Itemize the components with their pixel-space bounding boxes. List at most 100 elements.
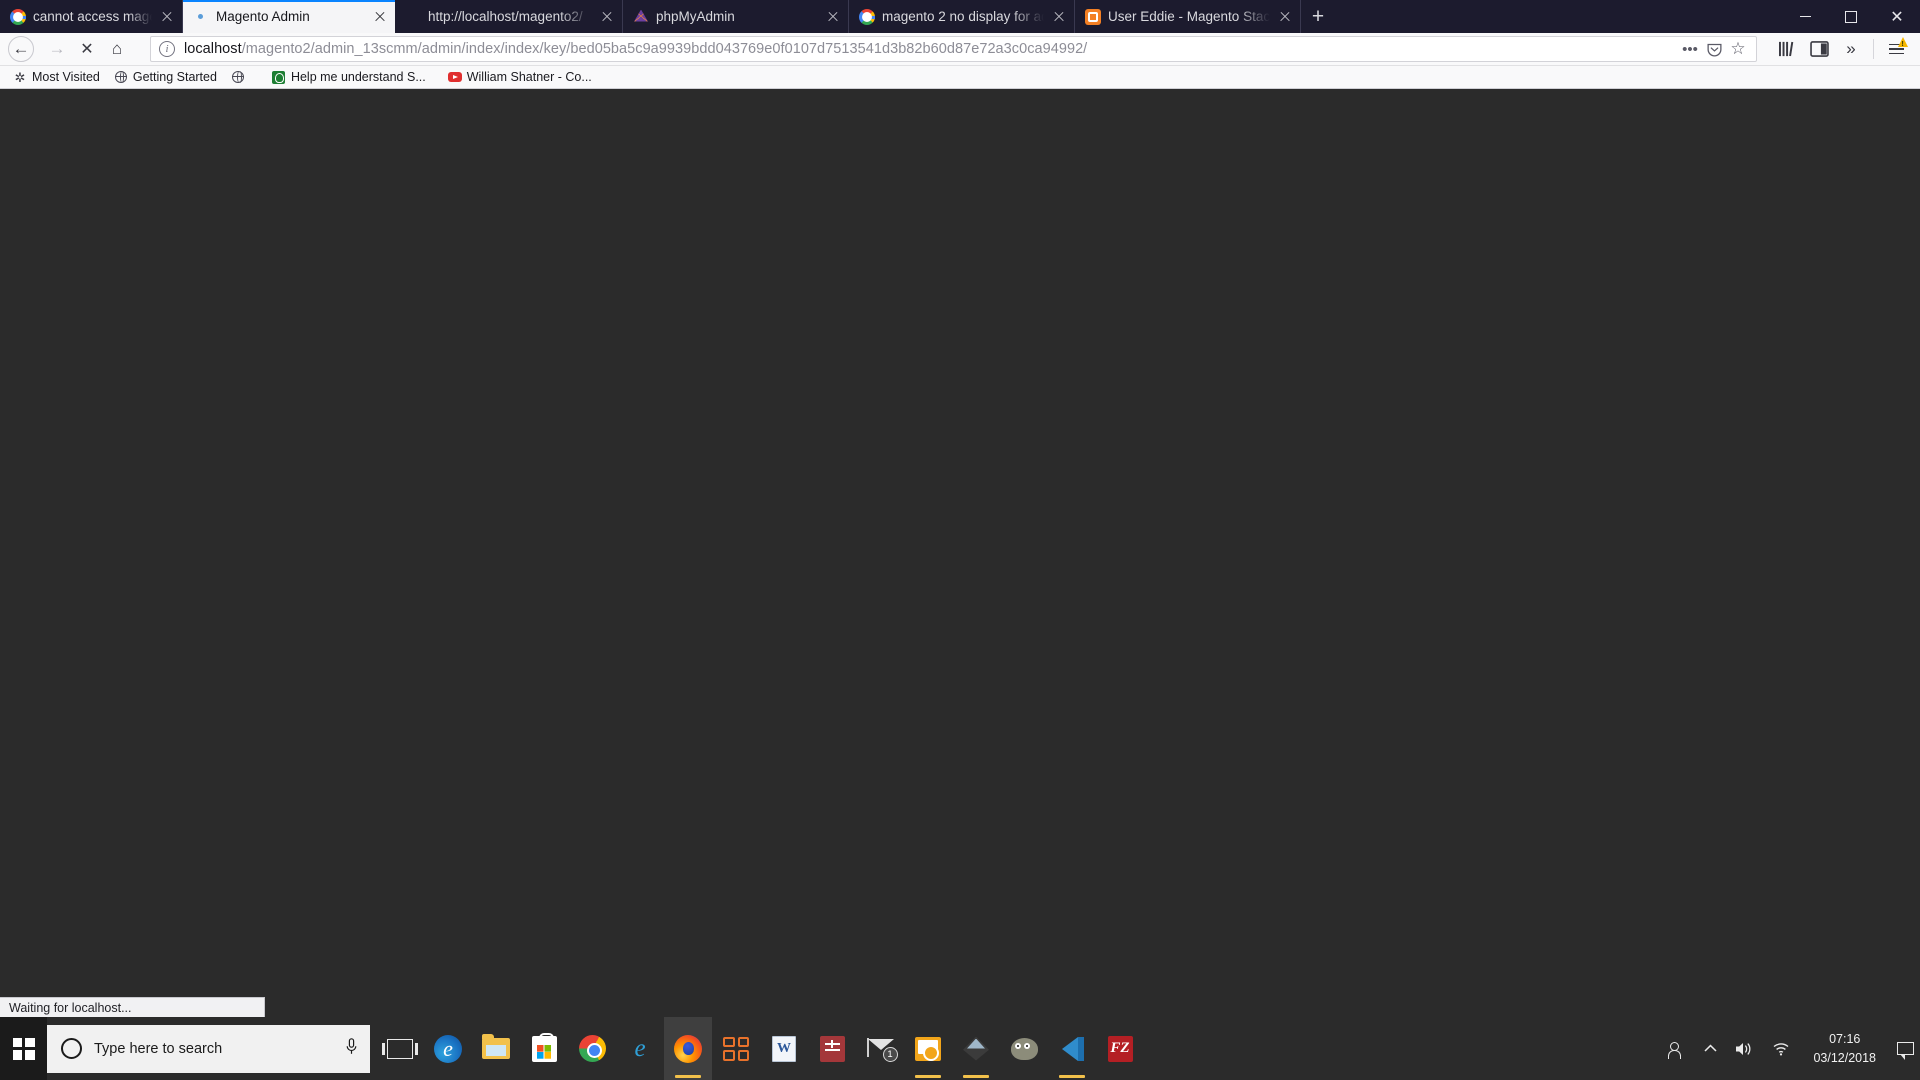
- taskbar-app-internet-explorer[interactable]: e: [616, 1017, 664, 1080]
- taskbar-app-file-explorer[interactable]: [472, 1017, 520, 1080]
- window-controls: ✕: [1782, 0, 1920, 33]
- bookmark-help-me-understand[interactable]: Help me understand S...: [265, 67, 433, 87]
- new-tab-button[interactable]: +: [1301, 0, 1335, 33]
- tab-close-icon[interactable]: [824, 8, 842, 26]
- browser-tab-5[interactable]: magento 2 no display for admi: [849, 0, 1075, 33]
- window-minimize-button[interactable]: [1782, 0, 1828, 33]
- tab-close-icon[interactable]: [371, 8, 389, 26]
- clock-date: 03/12/2018: [1813, 1050, 1876, 1065]
- toolbar-right-buttons: »: [1771, 35, 1912, 63]
- tab-title: User Eddie - Magento Stack Exc: [1108, 9, 1270, 24]
- blank-favicon-icon: [405, 9, 421, 25]
- youtube-icon: [447, 70, 462, 84]
- tab-close-icon[interactable]: [158, 8, 176, 26]
- bookmark-william-shatner[interactable]: William Shatner - Co...: [441, 67, 599, 87]
- taskbar-app-icons: e e W 1 FZ: [376, 1017, 1144, 1080]
- menu-warning-badge-icon: [1898, 37, 1908, 47]
- status-text: Waiting for localhost...: [9, 1000, 132, 1015]
- browser-tab-6[interactable]: User Eddie - Magento Stack Exc: [1075, 0, 1301, 33]
- back-button[interactable]: ←: [8, 36, 34, 62]
- taskbar-clock[interactable]: 07:16 03/12/2018: [1799, 1017, 1890, 1080]
- url-text: localhost/magento2/admin_13scmm/admin/in…: [184, 41, 1678, 57]
- taskbar-app-microsoft-access[interactable]: [808, 1017, 856, 1080]
- globe-icon: [114, 70, 128, 84]
- bookmark-most-visited[interactable]: ✲ Most Visited: [6, 67, 107, 87]
- bookmark-label: Getting Started: [132, 70, 217, 84]
- mail-unread-badge: 1: [882, 1047, 898, 1062]
- cortana-circle-icon: [61, 1038, 82, 1059]
- bookmark-getting-started[interactable]: Getting Started: [107, 67, 224, 87]
- taskbar-app-filezilla[interactable]: FZ: [1096, 1017, 1144, 1080]
- stackexchange-favicon-icon: [1085, 8, 1101, 25]
- bookmark-unnamed[interactable]: [224, 67, 257, 87]
- globe-icon: [231, 70, 245, 84]
- taskbar-app-microsoft-edge[interactable]: e: [424, 1017, 472, 1080]
- tab-title: phpMyAdmin: [656, 9, 735, 24]
- tab-close-icon[interactable]: [598, 8, 616, 26]
- taskbar-app-microsoft-office[interactable]: [712, 1017, 760, 1080]
- taskbar-app-mail[interactable]: 1: [856, 1017, 904, 1080]
- browser-tab-4[interactable]: phpMyAdmin: [623, 0, 849, 33]
- taskbar-app-mozilla-firefox[interactable]: [664, 1017, 712, 1080]
- library-icon[interactable]: [1771, 35, 1803, 63]
- bookmark-label: Most Visited: [32, 70, 100, 84]
- loading-dot-icon: [193, 9, 209, 25]
- forward-button[interactable]: →: [42, 35, 72, 63]
- system-tray: 07:16 03/12/2018: [1659, 1017, 1920, 1080]
- site-information-icon[interactable]: i: [159, 41, 175, 57]
- taskbar-app-gimp[interactable]: [1000, 1017, 1048, 1080]
- url-bar[interactable]: i localhost/magento2/admin_13scmm/admin/…: [150, 36, 1757, 62]
- tab-title: http://localhost/magento2/: [428, 9, 583, 24]
- people-icon[interactable]: [1659, 1017, 1695, 1080]
- volume-icon[interactable]: [1726, 1017, 1763, 1080]
- firefox-browser-window: cannot access magento 2 admi Magento Adm…: [0, 0, 1920, 1017]
- pocket-icon[interactable]: [1702, 37, 1726, 61]
- menu-icon[interactable]: [1880, 35, 1912, 63]
- bookmark-star-icon[interactable]: ☆: [1726, 37, 1750, 61]
- window-close-button[interactable]: ✕: [1874, 0, 1920, 33]
- google-favicon-icon: [859, 8, 876, 25]
- bookmark-label: Help me understand S...: [290, 70, 426, 84]
- task-view-button[interactable]: [376, 1017, 424, 1080]
- wifi-icon[interactable]: [1763, 1017, 1799, 1080]
- taskbar-app-visual-studio-code[interactable]: [1048, 1017, 1096, 1080]
- taskbar-app-microsoft-store[interactable]: [520, 1017, 568, 1080]
- taskbar-app-inkscape[interactable]: [952, 1017, 1000, 1080]
- taskbar-app-google-chrome[interactable]: [568, 1017, 616, 1080]
- stop-button[interactable]: ✕: [72, 35, 102, 63]
- action-center-button[interactable]: [1890, 1017, 1920, 1080]
- tab-title: magento 2 no display for admi: [882, 9, 1044, 24]
- window-maximize-button[interactable]: [1828, 0, 1874, 33]
- taskbar-app-microsoft-outlook[interactable]: [904, 1017, 952, 1080]
- home-button[interactable]: ⌂: [102, 35, 132, 63]
- overflow-menu-icon[interactable]: »: [1835, 35, 1867, 63]
- bookmarks-toolbar: ✲ Most Visited Getting Started Help me u…: [0, 66, 1920, 89]
- taskbar-app-microsoft-word[interactable]: W: [760, 1017, 808, 1080]
- tab-strip: cannot access magento 2 admi Magento Adm…: [0, 0, 1920, 33]
- browser-tab-3[interactable]: http://localhost/magento2/: [395, 0, 623, 33]
- show-hidden-icons-button[interactable]: [1695, 1017, 1726, 1080]
- taskbar-search-box[interactable]: Type here to search: [47, 1024, 370, 1073]
- browser-tab-1[interactable]: cannot access magento 2 admi: [0, 0, 183, 33]
- microphone-icon[interactable]: [342, 1038, 360, 1059]
- windows-logo-icon: [12, 1037, 35, 1060]
- page-actions-icon[interactable]: •••: [1678, 37, 1702, 61]
- url-path: /magento2/admin_13scmm/admin/index/index…: [241, 41, 1088, 57]
- bookmark-label: William Shatner - Co...: [466, 70, 592, 84]
- tab-title: Magento Admin: [216, 9, 310, 24]
- page-content-area[interactable]: Waiting for localhost...: [0, 89, 1920, 1017]
- start-button[interactable]: [0, 1017, 47, 1080]
- clock-time: 07:16: [1829, 1032, 1861, 1047]
- google-favicon-icon: [10, 8, 27, 25]
- search-placeholder: Type here to search: [94, 1040, 223, 1057]
- windows-taskbar: Type here to search e e W 1 FZ 07:16 03/…: [0, 1017, 1920, 1080]
- stackoverflow-icon: [272, 70, 286, 84]
- gear-icon: ✲: [14, 69, 26, 85]
- tab-title: cannot access magento 2 admi: [33, 9, 152, 24]
- navigation-toolbar: ← → ✕ ⌂ i localhost/magento2/admin_13scm…: [0, 33, 1920, 66]
- tab-close-icon[interactable]: [1276, 8, 1294, 26]
- browser-tab-2-active[interactable]: Magento Admin: [183, 0, 395, 33]
- phpmyadmin-favicon-icon: [633, 8, 649, 25]
- tab-close-icon[interactable]: [1050, 8, 1068, 26]
- sidebar-icon[interactable]: [1803, 35, 1835, 63]
